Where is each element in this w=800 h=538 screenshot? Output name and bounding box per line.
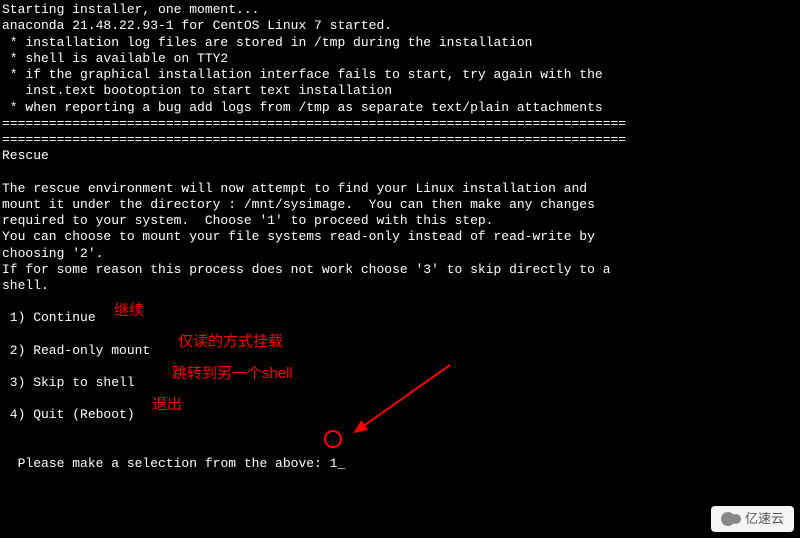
terminal-line: required to your system. Choose '1' to p… (2, 213, 800, 229)
terminal-line: anaconda 21.48.22.93-1 for CentOS Linux … (2, 18, 800, 34)
selection-prompt-line[interactable]: Please make a selection from the above: … (2, 439, 800, 472)
terminal-line: Starting installer, one moment... (2, 2, 800, 18)
watermark-text: 亿速云 (745, 511, 784, 527)
cloud-icon (721, 512, 741, 526)
annotation-quit: 退出 (152, 396, 182, 415)
divider: ========================================… (2, 116, 800, 132)
option-readonly-mount[interactable]: 2) Read-only mount (2, 343, 800, 359)
text-cursor: _ (337, 456, 345, 471)
terminal-line: mount it under the directory : /mnt/sysi… (2, 197, 800, 213)
annotation-skip: 跳转到另一个shell (172, 365, 293, 384)
option-quit-reboot[interactable]: 4) Quit (Reboot) (2, 407, 800, 423)
terminal-line: You can choose to mount your file system… (2, 229, 800, 245)
terminal-line: * when reporting a bug add logs from /tm… (2, 100, 800, 116)
watermark: 亿速云 (711, 506, 794, 532)
terminal-line: choosing '2'. (2, 246, 800, 262)
rescue-header: Rescue (2, 148, 800, 164)
terminal-line: * if the graphical installation interfac… (2, 67, 800, 83)
option-skip-to-shell[interactable]: 3) Skip to shell (2, 375, 800, 391)
terminal-line: * shell is available on TTY2 (2, 51, 800, 67)
annotation-readonly: 仅读的方式挂载 (178, 333, 283, 352)
circle-highlight-icon (324, 430, 342, 448)
terminal-line: The rescue environment will now attempt … (2, 181, 800, 197)
terminal-line: inst.text bootoption to start text insta… (2, 83, 800, 99)
divider: ========================================… (2, 132, 800, 148)
terminal-line: shell. (2, 278, 800, 294)
terminal-line: If for some reason this process does not… (2, 262, 800, 278)
annotation-continue: 继续 (114, 302, 144, 321)
selection-prompt: Please make a selection from the above: (18, 456, 330, 471)
terminal-line: * installation log files are stored in /… (2, 35, 800, 51)
